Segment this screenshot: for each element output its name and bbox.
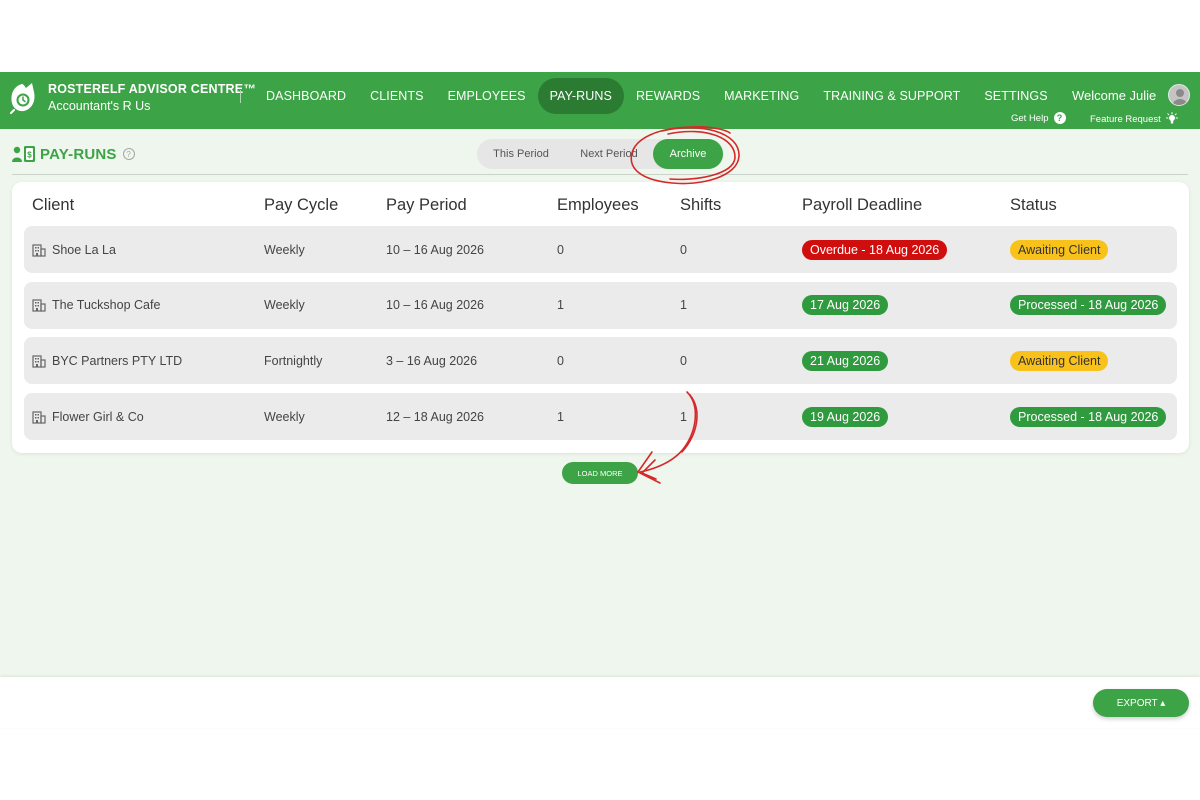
- rosterelf-logo-icon: [10, 83, 35, 114]
- pay-runs-table: Client Pay Cycle Pay Period Employees Sh…: [12, 182, 1189, 453]
- status-cell: Awaiting Client: [1010, 226, 1109, 273]
- period-tabs: This Period Next Period Archive: [477, 139, 724, 169]
- pay-runs-icon: $: [12, 146, 35, 162]
- nav-item-settings[interactable]: SETTINGS: [972, 78, 1059, 114]
- title-divider: [12, 174, 1188, 175]
- table-row[interactable]: Shoe La La Weekly 10 – 16 Aug 2026 0 0 Overdu…: [24, 226, 1177, 273]
- client-name[interactable]: The Tuckshop Cafe: [52, 298, 160, 312]
- payroll-deadline-cell: 21 Aug 2026: [802, 337, 889, 384]
- top-nav-bar: ROSTERELF ADVISOR CENTRE™ Accountant's R…: [0, 72, 1200, 129]
- pay-period-cell: 12 – 18 Aug 2026: [386, 409, 485, 424]
- shifts-cell: 1: [680, 298, 687, 313]
- get-help-link[interactable]: Get Help ?: [1011, 112, 1066, 124]
- building-icon: [32, 243, 46, 257]
- nav-item-training-support[interactable]: TRAINING & SUPPORT: [811, 78, 972, 114]
- status-cell-badge: Awaiting Client: [1010, 239, 1109, 260]
- column-header-shifts[interactable]: Shifts: [680, 196, 721, 215]
- nav-item-clients[interactable]: CLIENTS: [358, 78, 436, 114]
- brand-divider: [240, 90, 241, 103]
- tab-archive[interactable]: Archive: [653, 139, 723, 169]
- help-circle-icon[interactable]: ?: [122, 148, 135, 160]
- payroll-deadline-cell: 19 Aug 2026: [802, 393, 889, 440]
- client-name[interactable]: Flower Girl & Co: [52, 410, 144, 424]
- welcome-text: Welcome Julie: [1072, 88, 1157, 103]
- nav-item-employees[interactable]: EMPLOYEES: [436, 78, 538, 114]
- tab-this-period[interactable]: This Period: [477, 139, 565, 169]
- nav-item-pay-runs[interactable]: PAY-RUNS: [537, 78, 624, 114]
- payroll-deadline-cell: 17 Aug 2026: [802, 282, 889, 329]
- pay-cycle-cell: Weekly: [264, 242, 305, 257]
- tab-next-period[interactable]: Next Period: [565, 139, 653, 169]
- page-title: PAY-RUNS: [40, 145, 117, 163]
- pay-cycle-cell: Weekly: [264, 409, 305, 424]
- question-icon: ?: [1053, 112, 1066, 124]
- page-title-group: $ PAY-RUNS ?: [12, 145, 135, 163]
- lightbulb-icon: [1165, 112, 1178, 124]
- main-nav: DASHBOARD CLIENTS EMPLOYEES PAY-RUNS REW…: [254, 78, 1060, 114]
- get-help-label: Get Help: [1011, 112, 1049, 124]
- pay-cycle-cell: Fortnightly: [264, 353, 323, 368]
- client-cell: Flower Girl & Co: [32, 393, 144, 440]
- brand-subtitle: Accountant's R Us: [48, 98, 151, 113]
- brand-title: ROSTERELF ADVISOR CENTRE™: [48, 81, 257, 96]
- column-header-client[interactable]: Client: [32, 196, 74, 215]
- payroll-deadline-cell-badge: 19 Aug 2026: [802, 406, 889, 427]
- column-header-employees[interactable]: Employees: [557, 196, 639, 215]
- column-header-payroll-deadline[interactable]: Payroll Deadline: [802, 196, 922, 215]
- payroll-deadline-cell-badge: Overdue - 18 Aug 2026: [802, 239, 948, 260]
- table-row[interactable]: Flower Girl & Co Weekly 12 – 18 Aug 2026 1 1…: [24, 393, 1177, 441]
- table-row[interactable]: The Tuckshop Cafe Weekly 10 – 16 Aug 2026 1…: [24, 281, 1177, 329]
- client-cell: Shoe La La: [32, 226, 116, 273]
- user-avatar[interactable]: [1168, 84, 1190, 106]
- building-icon: [32, 410, 46, 424]
- column-header-pay-period[interactable]: Pay Period: [386, 196, 467, 215]
- svg-text:$: $: [27, 151, 32, 160]
- status-cell: Awaiting Client: [1010, 337, 1109, 384]
- nav-item-dashboard[interactable]: DASHBOARD: [254, 78, 358, 114]
- status-cell: Processed - 18 Aug 2026: [1010, 282, 1167, 329]
- feature-request-link[interactable]: Feature Request: [1090, 112, 1179, 126]
- column-header-pay-cycle[interactable]: Pay Cycle: [264, 196, 338, 215]
- nav-item-marketing[interactable]: MARKETING: [712, 78, 811, 114]
- shifts-cell: 0: [680, 242, 687, 257]
- employees-cell: 0: [557, 353, 564, 368]
- building-icon: [32, 299, 46, 312]
- status-cell-badge: Processed - 18 Aug 2026: [1010, 295, 1167, 316]
- client-name[interactable]: BYC Partners PTY LTD: [52, 354, 182, 368]
- load-more-button[interactable]: LOAD MORE: [562, 462, 638, 484]
- feature-request-label: Feature Request: [1090, 113, 1161, 125]
- footer-bar: [0, 677, 1200, 728]
- employees-cell: 0: [557, 242, 564, 257]
- column-header-status[interactable]: Status: [1010, 196, 1057, 215]
- status-cell: Processed - 18 Aug 2026: [1010, 393, 1167, 440]
- client-name[interactable]: Shoe La La: [52, 243, 116, 257]
- brand[interactable]: ROSTERELF ADVISOR CENTRE™ Accountant's R…: [8, 80, 256, 114]
- pay-period-cell: 3 – 16 Aug 2026: [386, 353, 478, 368]
- payroll-deadline-cell: Overdue - 18 Aug 2026: [802, 226, 948, 273]
- payroll-deadline-cell-badge: 21 Aug 2026: [802, 350, 889, 371]
- employees-cell: 1: [557, 409, 564, 424]
- pay-cycle-cell: Weekly: [264, 298, 305, 313]
- building-icon: [32, 355, 46, 368]
- payroll-deadline-cell-badge: 17 Aug 2026: [802, 295, 889, 316]
- status-cell-badge: Awaiting Client: [1010, 350, 1109, 371]
- shifts-cell: 1: [680, 409, 687, 424]
- client-cell: BYC Partners PTY LTD: [32, 337, 182, 384]
- status-cell-badge: Processed - 18 Aug 2026: [1010, 406, 1167, 427]
- shifts-cell: 0: [680, 353, 687, 368]
- client-cell: The Tuckshop Cafe: [32, 282, 160, 329]
- table-row[interactable]: BYC Partners PTY LTD Fortnightly 3 – 16 Au…: [24, 337, 1177, 385]
- pay-period-cell: 10 – 16 Aug 2026: [386, 242, 485, 257]
- employees-cell: 1: [557, 298, 564, 313]
- export-button[interactable]: EXPORT ▴: [1093, 689, 1189, 717]
- nav-item-rewards[interactable]: REWARDS: [624, 78, 712, 114]
- pay-period-cell: 10 – 16 Aug 2026: [386, 298, 485, 313]
